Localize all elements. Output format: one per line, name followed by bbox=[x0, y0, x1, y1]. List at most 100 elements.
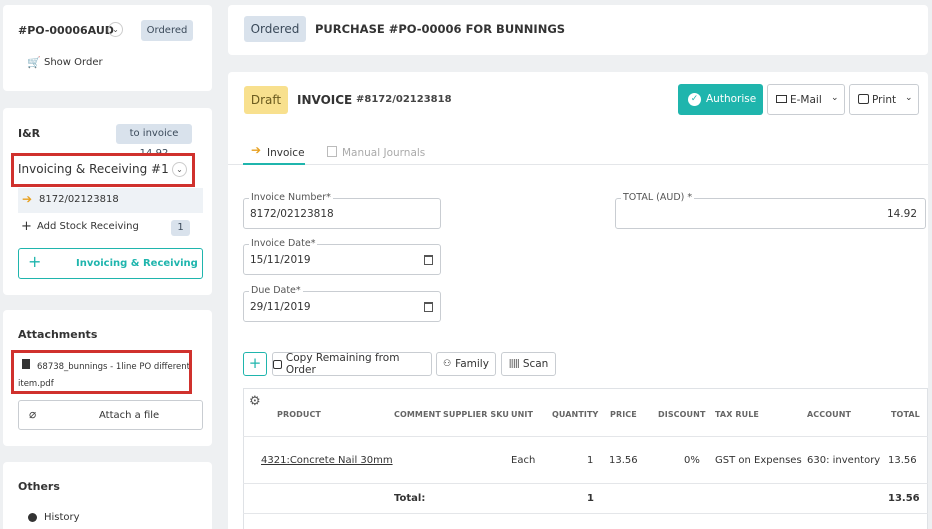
table-row-divider bbox=[243, 436, 928, 437]
highlight-attachment bbox=[11, 350, 192, 394]
row-account[interactable]: 630: inventory bbox=[807, 455, 880, 466]
due-date-field[interactable]: Due Date* 29/11/2019 bbox=[243, 285, 441, 322]
th-unit: UNIT bbox=[511, 410, 534, 419]
tab-journals-label: Manual Journals bbox=[342, 147, 426, 159]
th-account: ACCOUNT bbox=[807, 410, 852, 419]
row-discount[interactable]: 0% bbox=[684, 455, 700, 466]
arrow-right-icon: ➔ bbox=[251, 143, 262, 157]
total-field[interactable]: TOTAL (AUD) * 14.92 bbox=[615, 192, 926, 229]
scan-label: Scan bbox=[522, 358, 549, 370]
email-label: E-Mail bbox=[790, 94, 822, 106]
scan-button[interactable]: ||||| Scan bbox=[501, 352, 556, 376]
calendar-icon[interactable] bbox=[424, 255, 433, 265]
chevron-down-icon: ⌄ bbox=[905, 93, 913, 103]
chevron-down-icon: ⌄ bbox=[831, 93, 839, 103]
copy-remaining-button[interactable]: Copy Remaining from Order bbox=[272, 352, 432, 376]
to-invoice-badge: to invoice 14.92 bbox=[116, 124, 192, 159]
totals-label: Total: bbox=[394, 493, 426, 504]
order-status-badge: Ordered bbox=[141, 20, 193, 41]
th-total: TOTAL bbox=[891, 410, 920, 419]
invoice-date-field[interactable]: Invoice Date* 15/11/2019 bbox=[243, 238, 441, 275]
add-invoicing-receiving-label: Invoicing & Receiving bbox=[76, 258, 198, 269]
ir-card: I&R to invoice 14.92 Invoicing & Receivi… bbox=[3, 108, 212, 295]
calendar-icon[interactable] bbox=[424, 302, 433, 312]
gear-icon[interactable]: ⚙ bbox=[249, 394, 261, 409]
invoice-number-label: Invoice Number* bbox=[249, 192, 333, 203]
th-quantity: QUANTITY bbox=[552, 410, 599, 419]
invoice-link[interactable]: 8172/02123818 bbox=[39, 194, 119, 205]
due-date-label: Due Date* bbox=[249, 285, 303, 296]
journal-icon bbox=[327, 146, 337, 157]
tab-manual-journals[interactable]: Manual Journals bbox=[324, 142, 434, 165]
row-tax-rule[interactable]: GST on Expenses bbox=[715, 455, 802, 466]
attach-file-button[interactable]: ⌀ Attach a file bbox=[18, 400, 203, 430]
print-label: Print bbox=[872, 94, 897, 106]
others-title: Others bbox=[18, 480, 60, 493]
copy-icon bbox=[273, 359, 282, 369]
invoice-date-label: Invoice Date* bbox=[249, 238, 318, 249]
table-row-divider bbox=[243, 513, 928, 514]
authorise-label: Authorise bbox=[706, 93, 757, 105]
draft-badge: Draft bbox=[244, 86, 288, 114]
barcode-icon: ||||| bbox=[508, 359, 520, 369]
invoice-title: INVOICE bbox=[297, 93, 353, 107]
family-button[interactable]: ⚇ Family bbox=[436, 352, 496, 376]
history-link[interactable]: History bbox=[44, 512, 80, 523]
ir-title: I&R bbox=[18, 127, 41, 140]
total-label: TOTAL (AUD) * bbox=[621, 192, 695, 203]
paperclip-icon: ⌀ bbox=[29, 407, 37, 421]
invoice-number-field[interactable]: Invoice Number* 8172/02123818 bbox=[243, 192, 441, 229]
po-number: #PO-00006AUD bbox=[18, 24, 114, 37]
printer-icon bbox=[858, 94, 869, 104]
chevron-down-icon[interactable]: ⌄ bbox=[108, 22, 123, 37]
invoice-number-value: 8172/02123818 bbox=[250, 208, 334, 220]
envelope-icon bbox=[776, 95, 787, 103]
purchase-header: Ordered PURCHASE #PO-00006 FOR BUNNINGS bbox=[228, 5, 928, 55]
row-product-link[interactable]: 4321:Concrete Nail 30mm bbox=[261, 455, 393, 466]
highlight-dropdown bbox=[11, 153, 195, 187]
page-title: PURCHASE #PO-00006 FOR BUNNINGS bbox=[315, 22, 566, 36]
plus-icon: + bbox=[28, 252, 42, 271]
add-stock-receiving-link[interactable]: Add Stock Receiving bbox=[37, 221, 139, 232]
th-product: PRODUCT bbox=[277, 410, 321, 419]
due-date-value: 29/11/2019 bbox=[250, 301, 311, 313]
add-invoicing-receiving-button[interactable]: + Invoicing & Receiving bbox=[18, 248, 203, 279]
th-supplier-sku: SUPPLIER SKU bbox=[443, 410, 509, 419]
attachments-title: Attachments bbox=[18, 328, 98, 341]
invoice-link-row[interactable]: ➔ 8172/02123818 bbox=[18, 188, 203, 213]
invoice-number-heading: #8172/02123818 bbox=[356, 94, 452, 105]
add-stock-count: 1 bbox=[171, 220, 190, 236]
add-line-button[interactable]: + bbox=[243, 352, 267, 376]
family-label: Family bbox=[455, 358, 489, 370]
th-comment: COMMENT bbox=[394, 410, 441, 419]
show-order-link[interactable]: Show Order bbox=[44, 57, 103, 68]
totals-quantity: 1 bbox=[587, 493, 594, 504]
row-price[interactable]: 13.56 bbox=[609, 455, 638, 466]
row-total: 13.56 bbox=[888, 455, 917, 466]
table-row-divider bbox=[243, 483, 928, 484]
invoice-date-value: 15/11/2019 bbox=[250, 254, 311, 266]
family-icon: ⚇ bbox=[443, 359, 452, 369]
authorise-button[interactable]: ✓ Authorise bbox=[678, 84, 763, 115]
history-icon bbox=[28, 513, 37, 522]
email-button[interactable]: E-Mail ⌄ bbox=[767, 84, 845, 115]
arrow-right-icon: ➔ bbox=[22, 192, 33, 206]
tab-invoice-label: Invoice bbox=[267, 147, 305, 159]
others-card: Others History bbox=[3, 462, 212, 529]
check-circle-icon: ✓ bbox=[688, 93, 701, 106]
th-tax-rule: TAX RULE bbox=[715, 410, 759, 419]
print-button[interactable]: Print ⌄ bbox=[849, 84, 919, 115]
plus-icon: + bbox=[21, 219, 32, 234]
cart-icon: 🛒 bbox=[27, 56, 41, 69]
tab-invoice[interactable]: ➔ Invoice bbox=[243, 142, 305, 165]
purchase-status-badge: Ordered bbox=[244, 16, 306, 42]
attach-file-label: Attach a file bbox=[99, 410, 160, 421]
totals-total: 13.56 bbox=[888, 493, 920, 504]
th-discount: DISCOUNT bbox=[658, 410, 706, 419]
row-unit: Each bbox=[511, 455, 536, 466]
copy-remaining-label: Copy Remaining from Order bbox=[285, 352, 400, 376]
th-price: PRICE bbox=[610, 410, 637, 419]
order-card: #PO-00006AUD ⌄ Ordered 🛒 Show Order bbox=[3, 5, 212, 91]
total-value: 14.92 bbox=[886, 208, 917, 220]
row-quantity[interactable]: 1 bbox=[587, 455, 593, 466]
